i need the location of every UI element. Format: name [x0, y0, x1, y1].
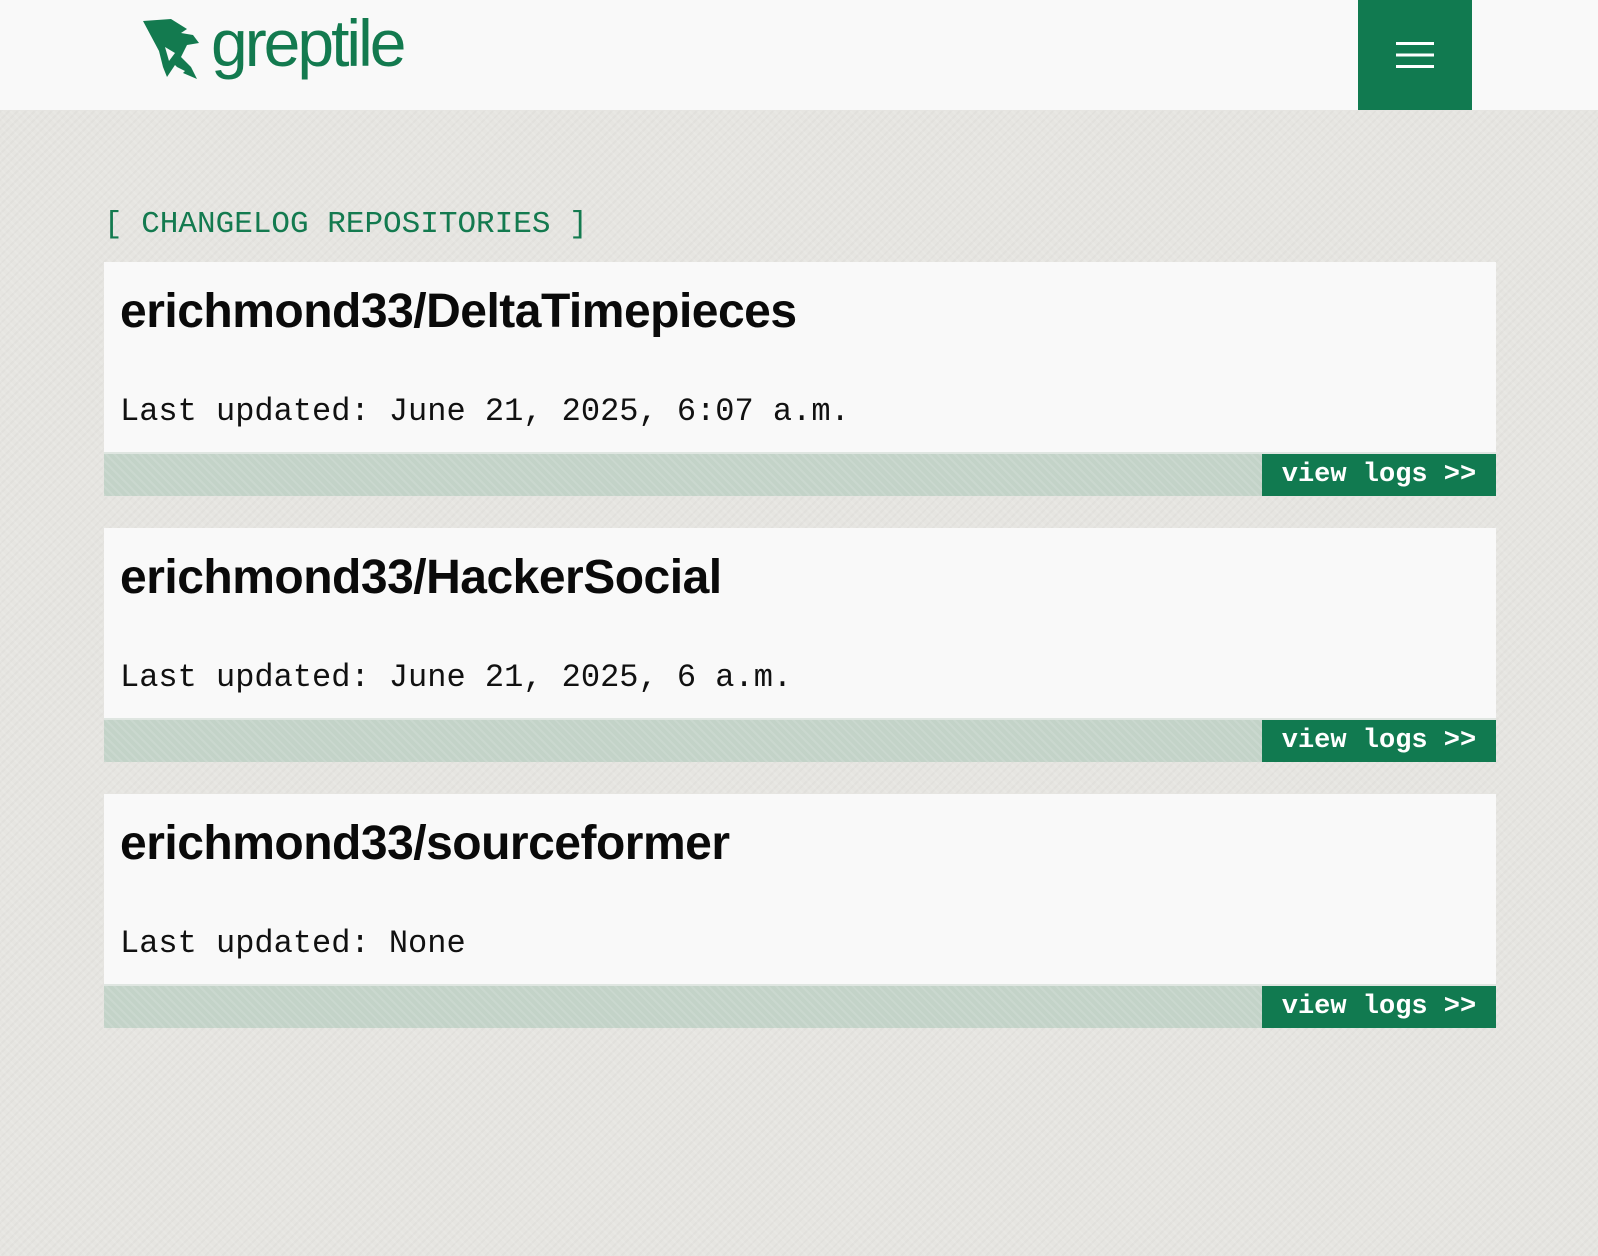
view-logs-button[interactable]: view logs >> [1262, 454, 1496, 496]
repo-last-updated: Last updated: None [120, 925, 466, 962]
brand-name: greptile [211, 6, 406, 80]
repo-card-footer: view logs >> [104, 984, 1496, 1028]
view-logs-button[interactable]: view logs >> [1262, 986, 1496, 1028]
greptile-lizard-icon [143, 19, 199, 79]
repo-name: erichmond33/sourceformer [120, 817, 730, 870]
section-heading: [ CHANGELOG REPOSITORIES ] [104, 207, 588, 242]
repo-last-updated: Last updated: June 21, 2025, 6 a.m. [120, 659, 793, 696]
repo-card-body: erichmond33/DeltaTimepieces Last updated… [104, 262, 1496, 452]
repo-card-footer: view logs >> [104, 718, 1496, 762]
repo-card-body: erichmond33/HackerSocial Last updated: J… [104, 528, 1496, 718]
repo-card: erichmond33/HackerSocial Last updated: J… [104, 528, 1496, 762]
repo-card-body: erichmond33/sourceformer Last updated: N… [104, 794, 1496, 984]
repo-last-updated: Last updated: June 21, 2025, 6:07 a.m. [120, 393, 850, 430]
greptile-logo[interactable]: greptile [141, 10, 406, 82]
repo-card: erichmond33/sourceformer Last updated: N… [104, 794, 1496, 1028]
repo-card: erichmond33/DeltaTimepieces Last updated… [104, 262, 1496, 496]
repo-card-footer: view logs >> [104, 452, 1496, 496]
view-logs-button[interactable]: view logs >> [1262, 720, 1496, 762]
hamburger-menu-icon [1396, 42, 1434, 68]
repo-name: erichmond33/HackerSocial [120, 551, 722, 604]
menu-button[interactable] [1358, 0, 1472, 110]
repo-name: erichmond33/DeltaTimepieces [120, 285, 797, 338]
top-header: greptile [0, 0, 1598, 110]
